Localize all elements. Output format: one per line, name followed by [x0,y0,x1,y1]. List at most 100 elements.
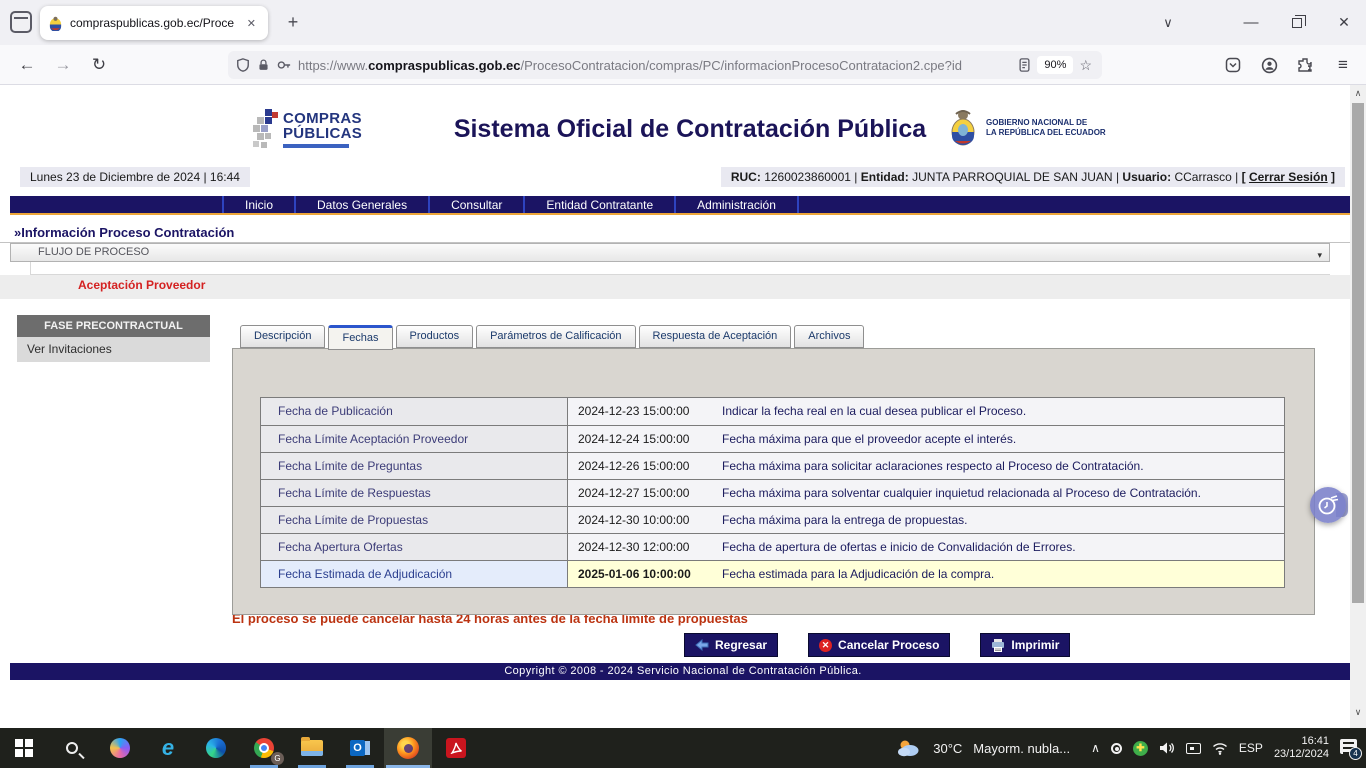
pocket-icon[interactable] [1216,45,1250,85]
tracking-shield-icon[interactable] [236,58,250,72]
cancelar-proceso-button[interactable]: ✕ Cancelar Proceso [808,633,950,657]
nav-spacer [10,196,222,213]
saved-password-key-icon[interactable] [276,58,292,72]
row-date: 2024-12-24 15:00:00 [568,426,716,452]
browser-tab[interactable]: compraspublicas.gob.ec/Proce ✕ [40,6,268,40]
taskbar-chrome-button[interactable]: G [240,728,288,768]
display-tray-icon[interactable] [1186,743,1201,754]
nav-menu-item[interactable]: Entidad Contratante [523,196,674,213]
table-row: Fecha Apertura Ofertas 2024-12-30 12:00:… [261,533,1284,560]
usuario-label: Usuario: [1122,170,1171,184]
separator: | [1116,170,1119,184]
taskbar-outlook-button[interactable]: O [336,728,384,768]
record-tray-icon[interactable] [1111,743,1122,754]
row-label: Fecha Estimada de Adjudicación [261,561,568,587]
row-label: Fecha Apertura Ofertas [261,534,568,560]
tab-close-icon[interactable]: ✕ [243,15,260,32]
process-tab[interactable]: Descripción [240,325,325,348]
antivirus-tray-icon[interactable]: ✚ [1133,741,1148,756]
table-row: Fecha Límite de Preguntas 2024-12-26 15:… [261,452,1284,479]
taskbar-internet-explorer-button[interactable]: e [144,728,192,768]
list-all-tabs-icon[interactable]: ∨ [1150,0,1186,45]
bookmark-star-icon[interactable]: ☆ [1079,57,1092,74]
scroll-up-icon[interactable]: ∧ [1350,88,1366,99]
nav-menu-item[interactable]: Administración [674,196,799,213]
floating-timer-widget[interactable] [1310,487,1346,523]
minimize-button[interactable]: — [1232,0,1270,45]
page-scrollbar[interactable]: ∧ ∨ [1350,85,1366,728]
copilot-icon [110,738,130,758]
breadcrumb: »Información Proceso Contratación [14,225,234,240]
taskbar-edge-button[interactable] [192,728,240,768]
table-row: Fecha Límite de Propuestas 2024-12-30 10… [261,506,1284,533]
language-indicator[interactable]: ESP [1239,741,1263,755]
extensions-icon[interactable] [1288,45,1322,85]
url-bar[interactable]: https://www.compraspublicas.gob.ec/Proce… [228,51,1102,79]
table-row: Fecha Estimada de Adjudicación 2025-01-0… [261,560,1284,587]
regresar-button[interactable]: Regresar [684,633,778,657]
separator: | [854,170,857,184]
reader-mode-icon[interactable] [1018,58,1031,72]
taskbar-search-button[interactable] [48,728,96,768]
close-window-button[interactable]: ✕ [1324,0,1364,45]
process-tab[interactable]: Archivos [794,325,864,348]
row-date: 2024-12-30 12:00:00 [568,534,716,560]
lock-icon[interactable] [257,58,270,72]
system-tray: 30°C Mayorm. nubla... ∧ ✚ ESP 16:41 23/1… [897,735,1366,761]
back-button[interactable]: ← [10,45,44,85]
process-tab[interactable]: Parámetros de Calificación [476,325,635,348]
row-date: 2024-12-27 15:00:00 [568,480,716,506]
account-icon[interactable] [1252,45,1286,85]
entidad-label: Entidad: [861,170,909,184]
start-button[interactable] [0,728,48,768]
footer-copyright: Copyright © 2008 - 2024 Servicio Naciona… [10,663,1356,680]
notification-center-button[interactable]: 4 [1340,739,1360,757]
process-tab[interactable]: Productos [396,325,474,348]
row-date: 2024-12-30 10:00:00 [568,507,716,533]
forward-button[interactable]: → [46,45,80,85]
zoom-level-badge[interactable]: 90% [1037,56,1073,74]
row-date: 2024-12-26 15:00:00 [568,453,716,479]
flujo-label: FLUJO DE PROCESO [38,246,149,258]
firefox-view-icon[interactable] [10,11,32,33]
logout-link[interactable]: [ Cerrar Sesión ] [1242,170,1335,184]
taskbar-time: 16:41 [1274,735,1329,748]
tray-chevron-up-icon[interactable]: ∧ [1091,741,1100,755]
row-label: Fecha Límite de Propuestas [261,507,568,533]
taskbar-firefox-button[interactable] [384,728,432,768]
back-arrow-icon [695,639,709,651]
nav-menu-item[interactable]: Consultar [428,196,523,213]
wifi-icon[interactable] [1212,742,1228,755]
ecuador-coat-of-arms-icon [946,108,980,148]
imprimir-button[interactable]: Imprimir [980,633,1070,657]
internet-explorer-icon: e [162,738,174,758]
taskbar-file-explorer-button[interactable] [288,728,336,768]
sidebar-item-ver-invitaciones[interactable]: Ver Invitaciones [17,337,210,362]
datetime-chip: Lunes 23 de Diciembre de 2024 | 16:44 [20,167,250,187]
taskbar-copilot-button[interactable] [96,728,144,768]
row-description: Fecha máxima para que el proveedor acept… [716,426,1284,452]
menu-icon[interactable]: ≡ [1326,45,1360,85]
scroll-down-icon[interactable]: ∨ [1350,707,1366,718]
reload-button[interactable]: ↻ [82,45,116,85]
weather-icon[interactable] [897,739,922,757]
taskbar-clock[interactable]: 16:41 23/12/2024 [1274,735,1329,761]
outlook-icon: O [350,738,370,758]
flujo-de-proceso-dropdown[interactable]: FLUJO DE PROCESO ▾ [10,243,1330,262]
new-tab-button[interactable]: + [280,10,306,36]
nav-menu-item[interactable]: Inicio [222,196,294,213]
restore-window-button[interactable] [1278,0,1316,45]
fechas-table: Fecha de Publicación 2024-12-23 15:00:00… [260,397,1285,588]
scrollbar-thumb[interactable] [1352,103,1364,603]
volume-icon[interactable] [1159,741,1175,755]
weather-desc[interactable]: Mayorm. nubla... [973,741,1070,756]
weather-temp[interactable]: 30°C [933,741,962,756]
process-tab[interactable]: Fechas [328,325,392,350]
gov-text-line1: GOBIERNO NACIONAL DE [986,118,1106,128]
url-text[interactable]: https://www.compraspublicas.gob.ec/Proce… [298,58,1018,73]
flujo-empty-strip [30,262,1330,275]
process-tab[interactable]: Respuesta de Aceptación [639,325,792,348]
taskbar-acrobat-button[interactable] [432,728,480,768]
process-tabs: DescripciónFechasProductosParámetros de … [240,325,864,349]
nav-menu-item[interactable]: Datos Generales [294,196,428,213]
